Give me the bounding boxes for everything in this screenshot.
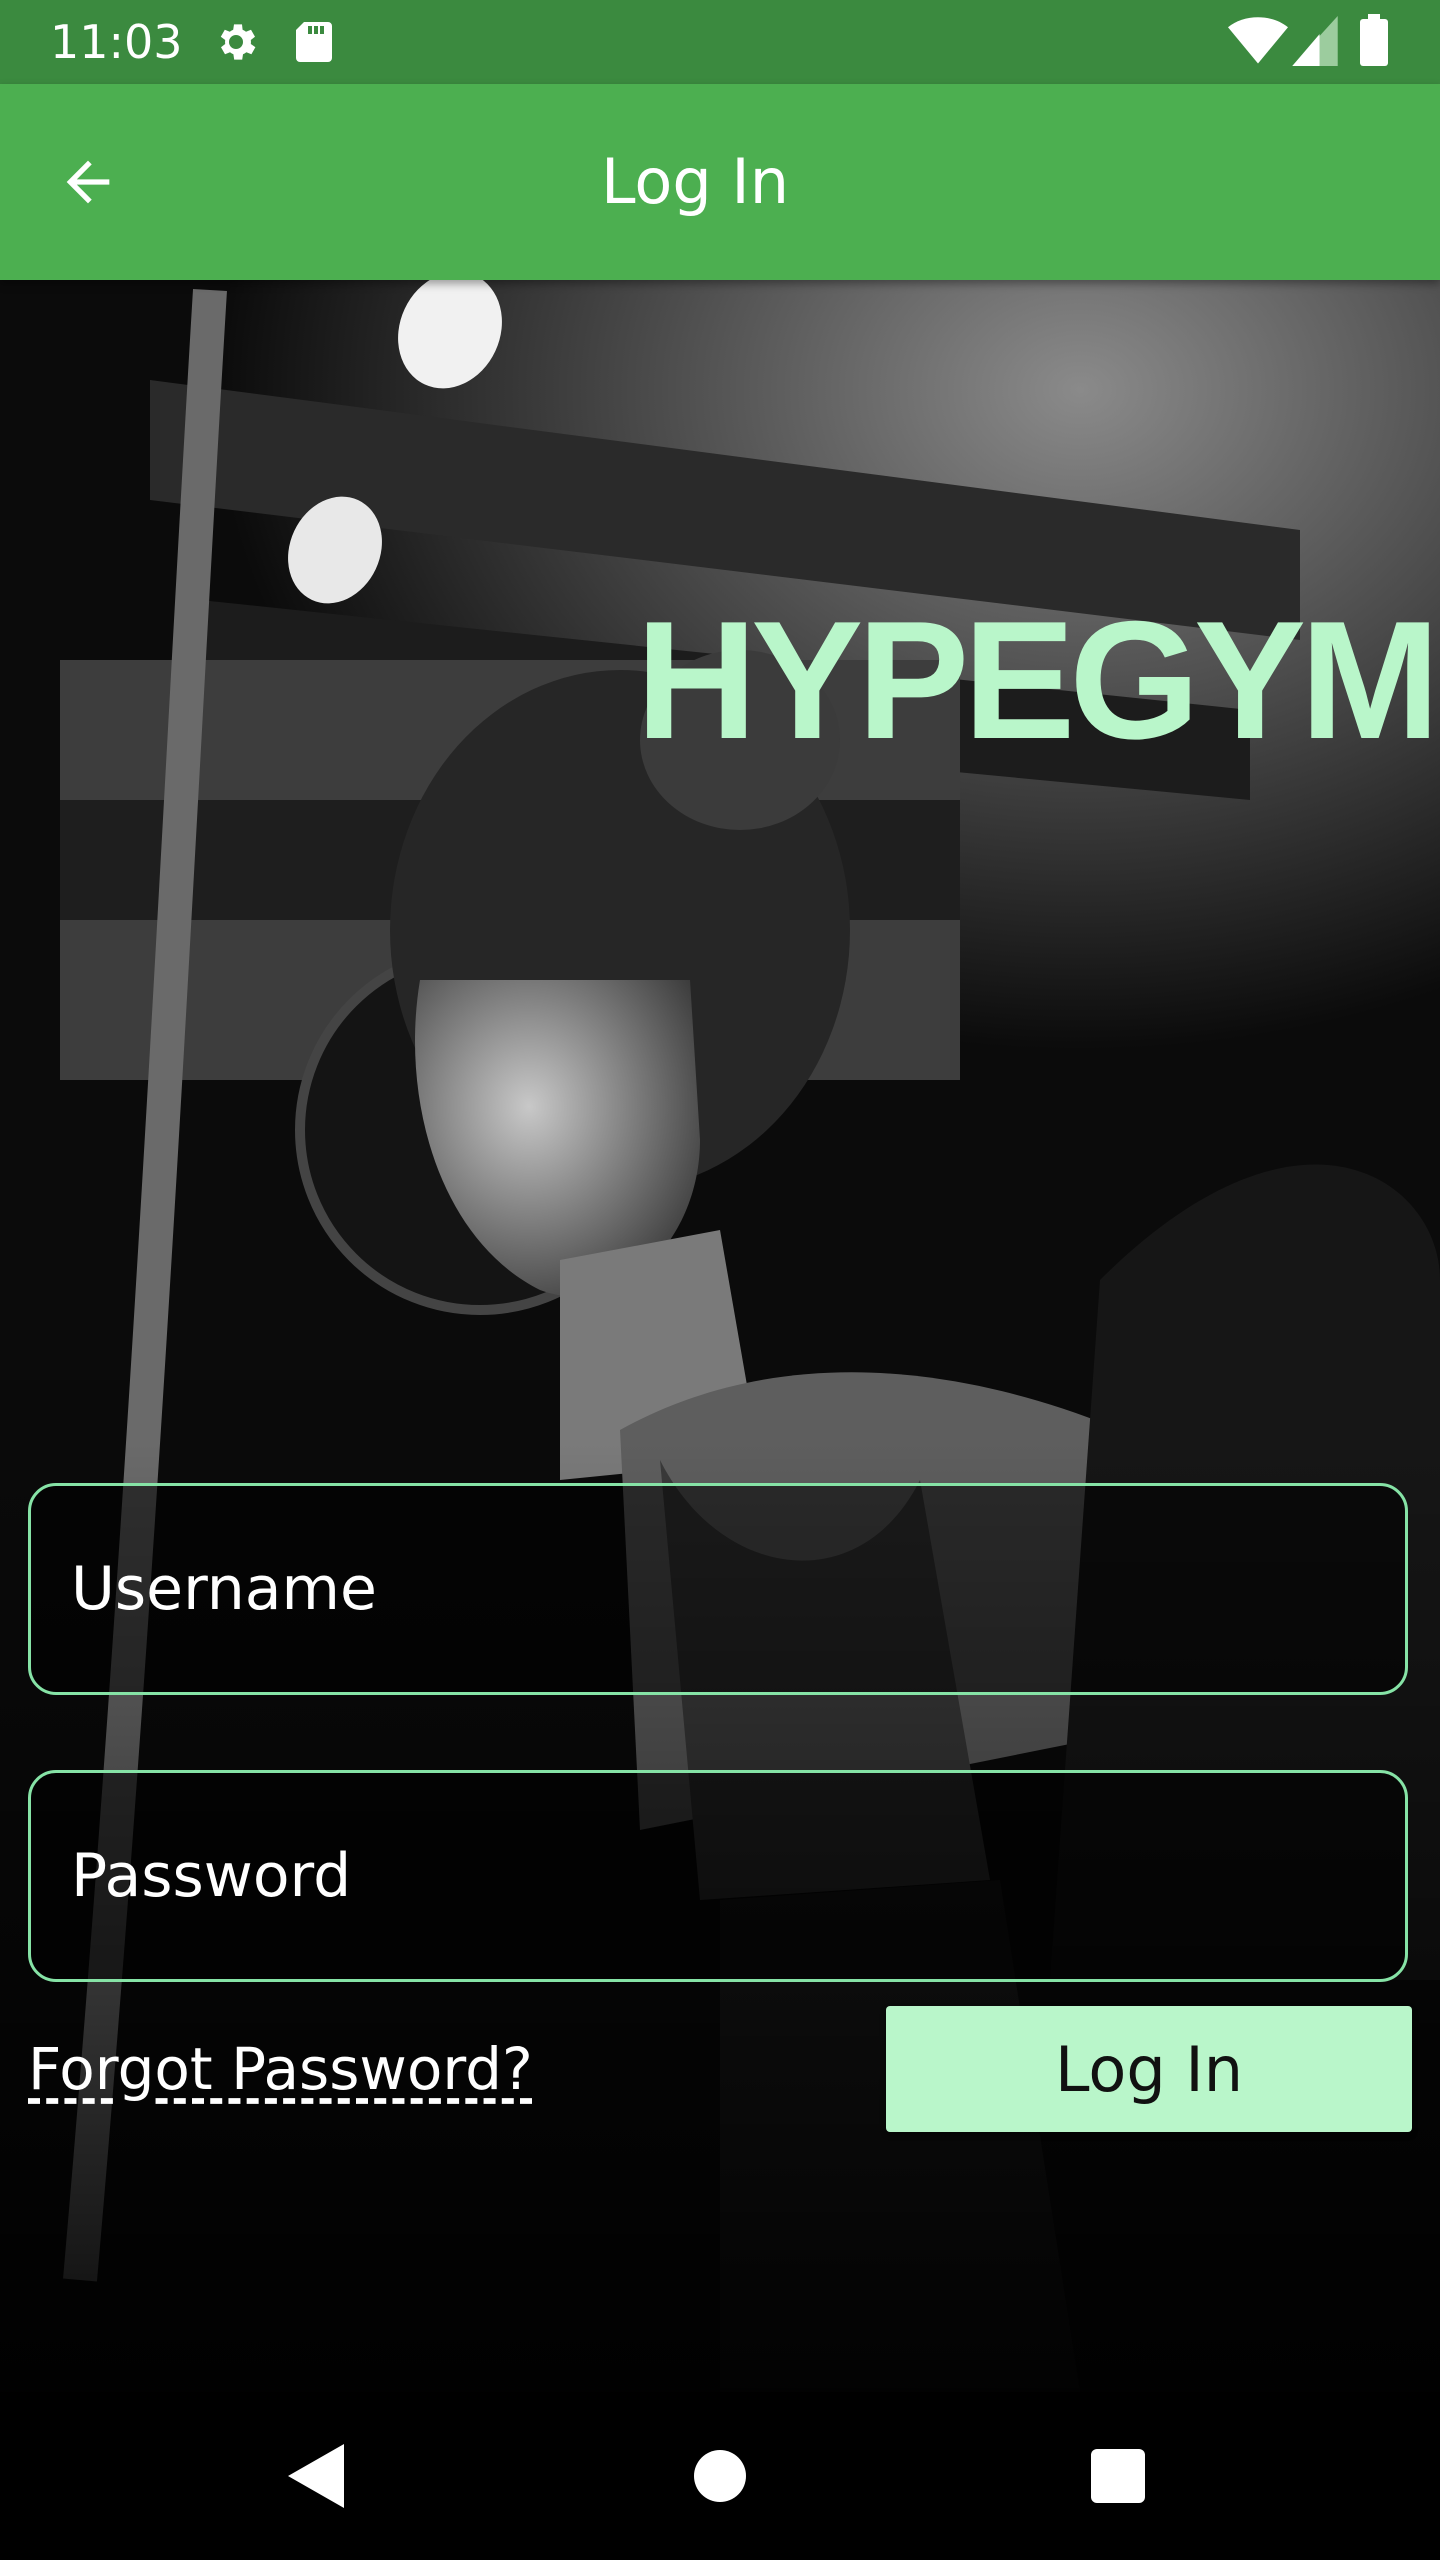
status-bar: 11:03 xyxy=(0,0,1440,84)
password-field[interactable] xyxy=(28,1770,1408,1982)
signal-icon xyxy=(1292,16,1338,70)
login-button[interactable]: Log In xyxy=(886,2006,1412,2132)
home-circle-icon xyxy=(694,2450,746,2502)
battery-icon xyxy=(1360,14,1388,70)
hero-background: HYPEGYM Forgot Password? Log In xyxy=(0,280,1440,2392)
username-field[interactable] xyxy=(28,1483,1408,1695)
sd-card-icon xyxy=(292,18,336,70)
page-title: Log In xyxy=(600,145,790,218)
nav-home-button[interactable] xyxy=(670,2426,770,2526)
back-triangle-icon xyxy=(288,2444,344,2508)
navigation-bar xyxy=(0,2392,1440,2560)
nav-recents-button[interactable] xyxy=(1068,2426,1168,2526)
status-time: 11:03 xyxy=(50,15,183,69)
brand-title: HYPEGYM xyxy=(635,586,1440,774)
app-bar: Log In xyxy=(0,84,1440,280)
recents-square-icon xyxy=(1091,2449,1145,2503)
nav-back-button[interactable] xyxy=(268,2426,368,2526)
wifi-icon xyxy=(1228,16,1288,70)
gear-icon xyxy=(212,18,260,70)
login-screen: 11:03 Log In HYPEGYM Username Forgot Pas… xyxy=(0,0,1440,2560)
forgot-password-link[interactable]: Forgot Password? xyxy=(28,2034,533,2104)
